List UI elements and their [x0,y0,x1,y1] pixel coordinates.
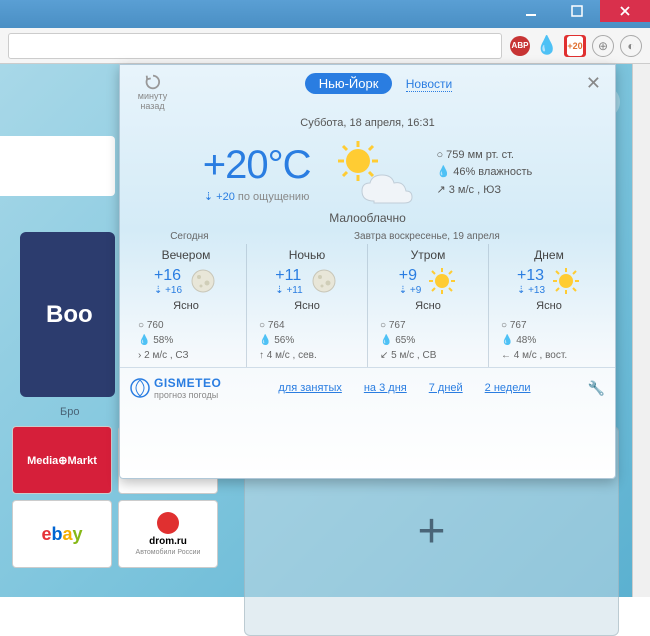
forecast-part: Ночью [253,248,361,262]
minimize-button[interactable] [508,0,554,22]
forecast-part: Утром [374,248,482,262]
refresh-icon [144,73,162,91]
current-description: Малооблачно [120,211,615,225]
footer-link-2weeks[interactable]: 2 недели [485,382,531,394]
forecast-temp: +9 [399,267,422,285]
window-titlebar [0,0,650,28]
current-meta: ○ 759 мм рт. ст. 💧 46% влажность ↗ 3 м/с… [436,147,532,200]
main-content: Boo Бро Media⊕Markt GISMETEO ebay drom.r… [0,64,650,597]
forecast-column: Вечером +16⇣ +16 Ясно ○ 760💧 58%› 2 м/с , С… [126,244,247,367]
forecast-condition: Ясно [374,300,482,312]
bookmark-tile-ebay[interactable]: ebay [12,500,112,568]
gismeteo-logo-icon [130,378,150,398]
forecast-feels: ⇣ +11 [275,285,302,296]
forecast-feels: ⇣ +16 [154,285,182,296]
current-temperature: +20°C [203,143,311,188]
adblock-extension-icon[interactable]: ABP [510,36,530,56]
weather-popup: минуту назад Нью-Йорк Новости ✕ Суббота,… [119,64,616,479]
bookmark-tile-mediamarkt[interactable]: Media⊕Markt [12,426,112,494]
moon-icon [188,266,218,296]
forecast-feels: ⇣ +9 [399,285,422,296]
maximize-button[interactable] [554,0,600,22]
forecast-column: Днем +13⇣ +13 Ясно ○ 767💧 48%← 4 м/с , вост… [489,244,609,367]
brand-logo[interactable]: GISMETEO прогноз погоды [130,376,221,400]
sun-icon [427,266,457,296]
footer-link-busy[interactable]: для занятых [278,382,342,394]
forecast-condition: Ясно [495,300,603,312]
forecast-meta: ○ 764💧 56%↑ 4 м/с , сев. [253,318,361,363]
gismeteo-extension-icon[interactable]: +20 [564,35,586,57]
forecast-part: Вечером [132,248,240,262]
forecast-column: Утром +9⇣ +9 Ясно ○ 767💧 65%↙ 5 м/с , СВ [368,244,489,367]
weather-condition-icon [328,137,418,209]
drom-logo-icon [157,512,179,534]
forecast-part: Днем [495,248,603,262]
profile-button[interactable]: ◐ [620,35,642,57]
forecast-meta: ○ 767💧 65%↙ 5 м/с , СВ [374,318,482,363]
forecast-row: Вечером +16⇣ +16 Ясно ○ 760💧 58%› 2 м/с , С… [120,244,615,367]
forecast-temp: +16 [154,267,182,285]
tile-caption: Бро [60,406,79,418]
datetime-label: Суббота, 18 апреля, 16:31 [120,117,615,129]
forecast-meta: ○ 760💧 58%› 2 м/с , СЗ [132,318,240,363]
tomorrow-label: Завтра воскресенье, 19 апреля [249,231,605,242]
popup-close-button[interactable]: ✕ [582,73,605,94]
forecast-temp: +13 [517,267,545,285]
forecast-column: Ночью +11⇣ +11 Ясно ○ 764💧 56%↑ 4 м/с , сев… [247,244,368,367]
bookmark-tile-drom[interactable]: drom.ru Автомобили России [118,500,218,568]
moon-icon [309,266,339,296]
forecast-meta: ○ 767💧 48%← 4 м/с , вост. [495,318,603,363]
forecast-condition: Ясно [132,300,240,312]
refresh-button[interactable]: минуту назад [130,73,175,111]
footer-link-3days[interactable]: на 3 дня [364,382,407,394]
city-tab[interactable]: Нью-Йорк [305,73,393,94]
forecast-feels: ⇣ +13 [517,285,545,296]
scrollbar[interactable] [632,64,650,597]
news-tab[interactable]: Новости [406,77,452,92]
feels-like: ⇣ +20 по ощущению [203,190,311,203]
today-label: Сегодня [130,231,249,242]
bookmark-tile-large[interactable]: Boo [20,232,115,397]
close-button[interactable] [600,0,650,22]
footer-link-7days[interactable]: 7 дней [429,382,463,394]
search-panel [0,136,115,196]
settings-button[interactable]: 🔧 [588,380,605,397]
account-button[interactable]: ⊕ [592,35,614,57]
browser-toolbar: ABP 💧 +20 ⊕ ◐ [0,28,650,64]
url-bar[interactable] [8,33,502,59]
forecast-temp: +11 [275,267,302,285]
sun-icon [551,266,581,296]
droplet-extension-icon[interactable]: 💧 [536,35,558,57]
forecast-condition: Ясно [253,300,361,312]
